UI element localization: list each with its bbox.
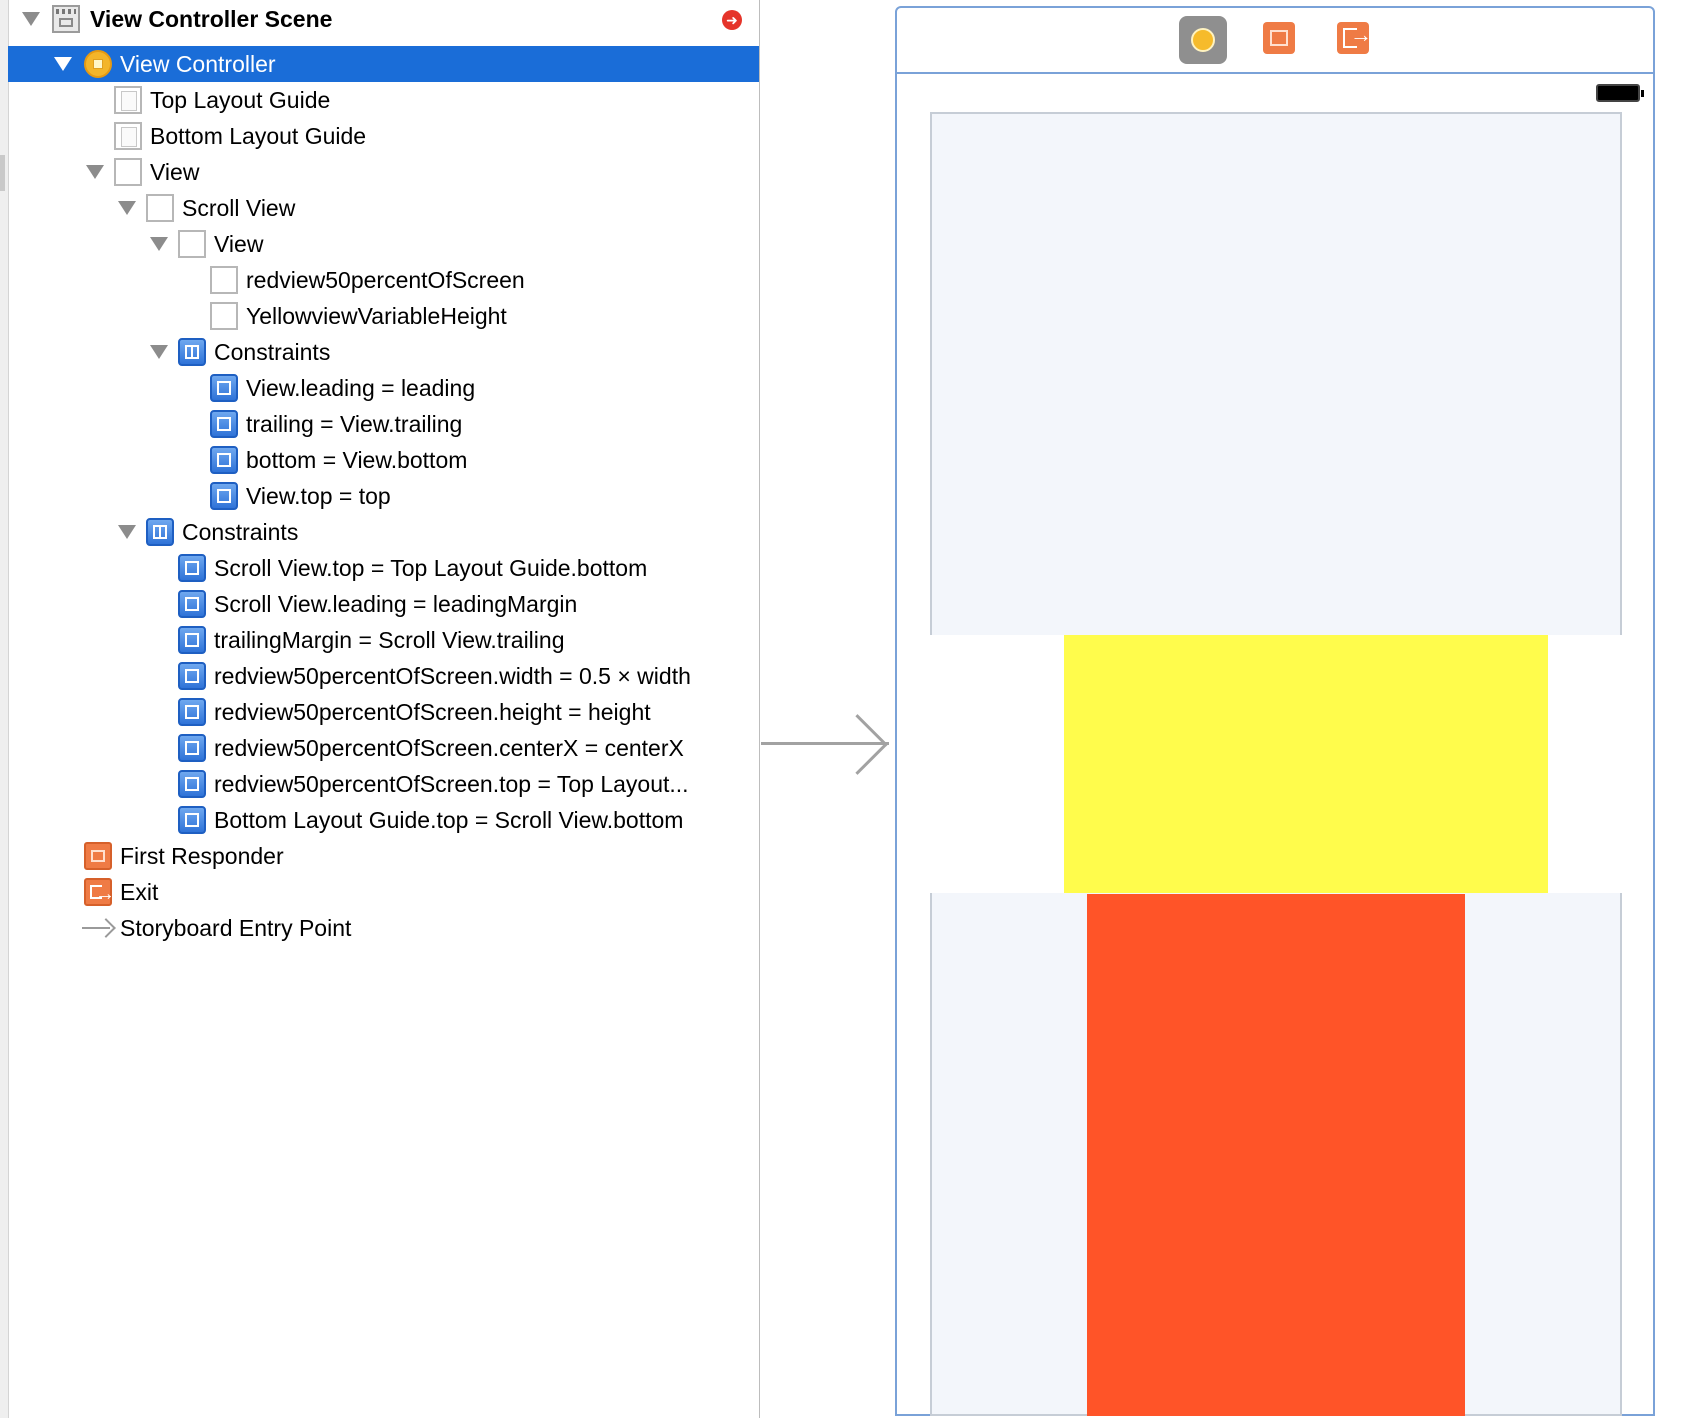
disclosure-triangle-icon[interactable] xyxy=(54,57,72,71)
constraint-icon xyxy=(178,698,206,726)
constraint-icon xyxy=(178,806,206,834)
constraint-icon xyxy=(210,374,238,402)
view-icon xyxy=(146,194,174,222)
constraint-icon xyxy=(178,554,206,582)
outline-row-constraint[interactable]: Bottom Layout Guide.top = Scroll View.bo… xyxy=(8,802,759,838)
outline-row-redview[interactable]: redview50percentOfScreen xyxy=(8,262,759,298)
outline-row-label: redview50percentOfScreen xyxy=(246,267,525,293)
yellow-view-variable-height[interactable] xyxy=(1064,635,1548,893)
view-controller-icon[interactable] xyxy=(1179,16,1227,64)
outline-row-label: bottom = View.bottom xyxy=(246,447,468,473)
view-icon xyxy=(210,266,238,294)
exit-icon xyxy=(84,876,115,912)
outline-row-constraint[interactable]: trailing = View.trailing xyxy=(8,406,759,442)
outline-row-bottom-layout-guide[interactable]: Bottom Layout Guide xyxy=(8,118,759,154)
outline-row-label: Constraints xyxy=(182,519,299,545)
outline-row-constraint[interactable]: redview50percentOfScreen.width = 0.5 × w… xyxy=(8,658,759,694)
constraint-icon xyxy=(210,446,238,474)
view-icon xyxy=(210,302,238,330)
outline-row-storyboard-entry-point[interactable]: Storyboard Entry Point xyxy=(8,910,759,946)
outline-row-top-layout-guide[interactable]: Top Layout Guide xyxy=(8,82,759,118)
constraints-group-icon xyxy=(146,518,174,546)
first-responder-icon[interactable] xyxy=(1263,22,1295,54)
document-outline: ➜ View Controller Scene View Controller … xyxy=(0,0,760,1418)
outline-row-first-responder[interactable]: First Responder xyxy=(8,838,759,874)
outline-row-constraint[interactable]: View.top = top xyxy=(8,478,759,514)
disclosure-triangle-icon[interactable] xyxy=(118,525,136,539)
exit-icon[interactable] xyxy=(1337,22,1372,54)
content-gap xyxy=(1548,635,1622,893)
outline-row-view[interactable]: View xyxy=(8,154,759,190)
outline-row-label: Constraints xyxy=(214,339,331,365)
disclosure-triangle-icon[interactable] xyxy=(22,12,40,26)
outline-row-label: Bottom Layout Guide xyxy=(150,123,367,149)
outline-row-label: Top Layout Guide xyxy=(150,87,331,113)
outline-row-label: First Responder xyxy=(120,843,284,869)
outline-row-constraint[interactable]: View.leading = leading xyxy=(8,370,759,406)
view-icon xyxy=(114,158,142,186)
outline-row-view-controller[interactable]: View Controller xyxy=(8,46,759,82)
outline-row-label: trailing = View.trailing xyxy=(246,411,463,437)
gutter-marker xyxy=(0,155,5,191)
disclosure-triangle-icon[interactable] xyxy=(150,237,168,251)
outline-row-label: View xyxy=(214,231,264,257)
outline-row-label: redview50percentOfScreen.top = Top Layou… xyxy=(214,771,689,797)
outline-row-label: Bottom Layout Guide.top = Scroll View.bo… xyxy=(214,807,684,833)
outline-row-constraint[interactable]: redview50percentOfScreen.centerX = cente… xyxy=(8,730,759,766)
scene-frame[interactable] xyxy=(895,6,1655,1416)
outline-row-scroll-view[interactable]: Scroll View xyxy=(8,190,759,226)
entry-point-arrow-icon xyxy=(82,914,116,942)
view-icon xyxy=(178,230,206,258)
outline-row-constraint[interactable]: redview50percentOfScreen.top = Top Layou… xyxy=(8,766,759,802)
disclosure-triangle-icon[interactable] xyxy=(118,201,136,215)
outline-row-label: YellowviewVariableHeight xyxy=(246,303,507,329)
constraint-icon xyxy=(178,770,206,798)
disclosure-triangle-icon[interactable] xyxy=(150,345,168,359)
outline-scene-row[interactable]: View Controller Scene xyxy=(8,1,759,37)
battery-icon xyxy=(1596,84,1644,102)
layout-guide-icon xyxy=(114,86,142,114)
outline-row-constraint[interactable]: Scroll View.leading = leadingMargin xyxy=(8,586,759,622)
outline-row-constraint[interactable]: Scroll View.top = Top Layout Guide.botto… xyxy=(8,550,759,586)
scene-icon xyxy=(52,5,80,33)
outline-row-label: View.leading = leading xyxy=(246,375,476,401)
constraint-icon xyxy=(178,662,206,690)
outline-row-constraint[interactable]: redview50percentOfScreen.height = height xyxy=(8,694,759,730)
outline-row-label: Scroll View xyxy=(182,195,296,221)
outline-row-label: Storyboard Entry Point xyxy=(120,915,352,941)
outline-row-constraints-outer[interactable]: Constraints xyxy=(8,514,759,550)
outline-row-label: View Controller xyxy=(120,51,276,77)
constraints-group-icon xyxy=(178,338,206,366)
constraint-icon xyxy=(210,482,238,510)
outline-row-label: Exit xyxy=(120,879,159,905)
first-responder-icon xyxy=(84,842,112,870)
constraint-icon xyxy=(178,626,206,654)
outline-row-content-view[interactable]: View xyxy=(8,226,759,262)
outline-row-label: Scroll View.leading = leadingMargin xyxy=(214,591,578,617)
outline-row-label: redview50percentOfScreen.height = height xyxy=(214,699,651,725)
disclosure-triangle-icon[interactable] xyxy=(86,165,104,179)
outline-row-yellowview[interactable]: YellowviewVariableHeight xyxy=(8,298,759,334)
layout-guide-icon xyxy=(114,122,142,150)
outline-row-constraint[interactable]: bottom = View.bottom xyxy=(8,442,759,478)
constraint-icon xyxy=(210,410,238,438)
outline-row-label: Scroll View.top = Top Layout Guide.botto… xyxy=(214,555,648,581)
outline-row-label: redview50percentOfScreen.width = 0.5 × w… xyxy=(214,663,691,689)
constraint-icon xyxy=(178,734,206,762)
red-view-50-percent[interactable] xyxy=(1087,894,1465,1416)
outline-row-exit[interactable]: Exit xyxy=(8,874,759,912)
constraint-icon xyxy=(178,590,206,618)
outline-row-label: View xyxy=(150,159,200,185)
outline-row-label: View.top = top xyxy=(246,483,391,509)
outline-row-constraints-inner[interactable]: Constraints xyxy=(8,334,759,370)
outline-row-label: redview50percentOfScreen.centerX = cente… xyxy=(214,735,684,761)
outline-row-label: trailingMargin = Scroll View.trailing xyxy=(214,627,565,653)
scene-title: View Controller Scene xyxy=(90,6,333,32)
outline-row-constraint[interactable]: trailingMargin = Scroll View.trailing xyxy=(8,622,759,658)
entry-arrow-head-icon xyxy=(827,714,888,775)
scene-dock xyxy=(897,8,1653,74)
view-controller-icon xyxy=(84,50,112,78)
content-gap xyxy=(930,635,1064,893)
